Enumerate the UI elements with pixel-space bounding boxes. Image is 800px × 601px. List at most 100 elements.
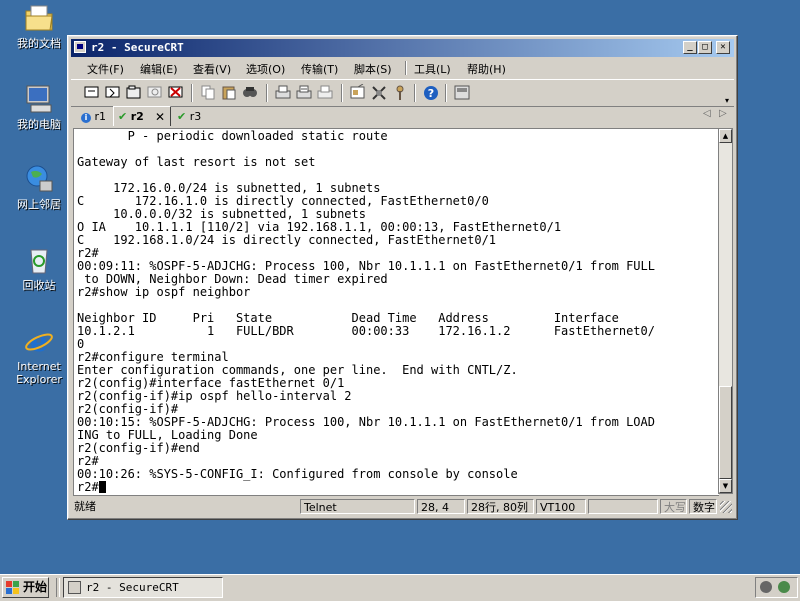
menu-help[interactable]: 帮助(H) [467, 61, 506, 77]
scroll-up-button[interactable]: ▲ [719, 129, 732, 143]
tab-label: r1 [94, 110, 107, 123]
tab-r3[interactable]: ✔ r3 [177, 108, 211, 125]
terminal-cursor [98, 481, 106, 493]
internet-explorer-icon: e [23, 325, 55, 358]
menu-view[interactable]: 查看(V) [193, 61, 231, 77]
quick-connect-icon[interactable] [104, 84, 122, 101]
status-empty [588, 499, 658, 514]
desktop-icon-label: 回收站 [22, 279, 56, 292]
minimize-button[interactable]: _ [683, 41, 697, 54]
recycle-bin-icon [23, 244, 55, 276]
taskbar-separator [56, 578, 60, 597]
terminal-line: 10.1.2.1 1 FULL/BDR 00:00:33 172.16.1.2 … [77, 324, 655, 338]
status-num-lock: 数字 [689, 499, 717, 514]
system-tray [755, 577, 798, 598]
taskbar-item-label: r2 - SecureCRT [86, 581, 179, 594]
maximize-button[interactable]: □ [698, 41, 712, 54]
menu-options[interactable]: 选项(O) [246, 61, 285, 77]
taskbar-item-securecrt[interactable]: r2 - SecureCRT [63, 577, 223, 598]
scroll-down-button[interactable]: ▼ [719, 479, 732, 493]
reconnect-icon[interactable] [146, 84, 164, 101]
terminal-line: Gateway of last resort is not set [77, 155, 316, 169]
desktop-icon-recycle-bin[interactable]: 回收站 [8, 244, 70, 292]
terminal-line: P - periodic downloaded static route [77, 129, 388, 143]
menu-separator [405, 61, 407, 75]
status-ready: 就绪 [74, 500, 96, 513]
taskbar: 开始 r2 - SecureCRT [0, 574, 800, 601]
tray-volume-icon[interactable] [778, 581, 790, 593]
connected-check-icon: ✔ [177, 110, 187, 123]
session-tab-bar: i r1 ✔ r2 ✕ ✔ r3 ◁ ▷ [71, 106, 734, 126]
securecrt-window: r2 - SecureCRT _ □ ✕ 文件(F) 编辑(E) 查看(V) 选… [67, 35, 738, 520]
terminal-line: r2#show ip ospf neighbor [77, 285, 251, 299]
network-globe-icon [23, 163, 55, 195]
computer-icon [23, 83, 55, 115]
help-icon[interactable]: ? [422, 84, 440, 101]
close-button[interactable]: ✕ [716, 41, 730, 54]
svg-text:e: e [30, 325, 48, 357]
menu-bar: 文件(F) 编辑(E) 查看(V) 选项(O) 传输(T) 脚本(S) 工具(L… [71, 58, 734, 77]
terminal-line: 00:10:26: %SYS-5-CONFIG_I: Configured fr… [77, 467, 518, 481]
menu-tools[interactable]: 工具(L) [414, 61, 451, 77]
button-bar-icon[interactable] [453, 84, 471, 101]
windows-logo-icon [6, 581, 19, 594]
menu-transfer[interactable]: 传输(T) [301, 61, 338, 77]
terminal-line: r2# [77, 481, 106, 494]
status-cursor-position: 28, 4 [417, 499, 465, 514]
toolbar-separator [445, 84, 447, 102]
menu-file[interactable]: 文件(F) [87, 61, 124, 77]
folder-icon [23, 2, 55, 34]
desktop-icon-my-computer[interactable]: 我的电脑 [8, 83, 70, 131]
terminal-line: C 192.168.1.0/24 is directly connected, … [77, 233, 497, 247]
securecrt-app-icon[interactable] [74, 41, 86, 53]
securecrt-taskbar-icon [68, 581, 81, 594]
window-title: r2 - SecureCRT [91, 41, 184, 54]
keymap-icon[interactable] [391, 84, 409, 101]
toolbar-separator [414, 84, 416, 102]
menu-script[interactable]: 脚本(S) [354, 61, 392, 77]
status-caps-lock: 大写 [660, 499, 687, 514]
toolbar-overflow-icon[interactable]: ▾ [725, 96, 729, 105]
print-setup-icon[interactable] [274, 84, 292, 101]
resize-grip-icon[interactable] [720, 501, 732, 513]
start-button[interactable]: 开始 [2, 577, 49, 598]
session-options-icon[interactable] [349, 83, 367, 101]
desktop-icon-network[interactable]: 网上邻居 [8, 163, 70, 211]
desktop-icon-label: 我的文档 [17, 37, 61, 50]
toolbar-separator [191, 84, 193, 102]
tray-network-icon[interactable] [760, 581, 772, 593]
info-icon: i [81, 113, 91, 123]
connected-check-icon: ✔ [118, 110, 128, 123]
tab-close-icon[interactable]: ✕ [155, 107, 165, 127]
terminal-output[interactable]: P - periodic downloaded static route Gate… [73, 128, 719, 496]
disconnect-icon[interactable] [167, 84, 185, 101]
find-icon[interactable] [241, 84, 259, 101]
menu-edit[interactable]: 编辑(E) [140, 61, 178, 77]
global-options-icon[interactable] [370, 84, 388, 101]
desktop-icon-my-documents[interactable]: 我的文档 [8, 2, 70, 50]
desktop-icon-label: Internet Explorer [16, 360, 62, 386]
tab-r1[interactable]: i r1 [81, 108, 111, 125]
tab-r2[interactable]: ✔ r2 ✕ [113, 106, 171, 126]
title-bar[interactable]: r2 - SecureCRT _ □ ✕ [71, 39, 734, 57]
copy-icon[interactable] [199, 84, 217, 101]
status-bar: 就绪 Telnet 28, 4 28行, 80列 VT100 大写 数字 [71, 498, 734, 516]
paste-icon[interactable] [220, 84, 238, 101]
start-label: 开始 [23, 580, 48, 594]
print-selection-icon[interactable] [295, 84, 313, 101]
svg-text:?: ? [428, 87, 434, 100]
status-terminal-size: 28行, 80列 [467, 499, 534, 514]
tab-scroll-right-icon[interactable]: ▷ [719, 108, 727, 119]
print-icon[interactable] [316, 84, 334, 101]
status-emulation: VT100 [536, 499, 586, 514]
tab-scroll-left-icon[interactable]: ◁ [703, 108, 711, 119]
desktop-icon-internet-explorer[interactable]: e Internet Explorer [8, 325, 70, 386]
scroll-thumb[interactable] [719, 386, 732, 479]
terminal-scrollbar[interactable]: ▲ ▼ [718, 128, 733, 494]
connect-icon[interactable] [83, 84, 101, 101]
connect-tab-icon[interactable] [125, 84, 143, 101]
status-protocol: Telnet [300, 499, 415, 514]
desktop-icon-label: 我的电脑 [17, 118, 61, 131]
tab-label: r2 [130, 110, 144, 123]
desktop-icon-label: 网上邻居 [17, 198, 61, 211]
